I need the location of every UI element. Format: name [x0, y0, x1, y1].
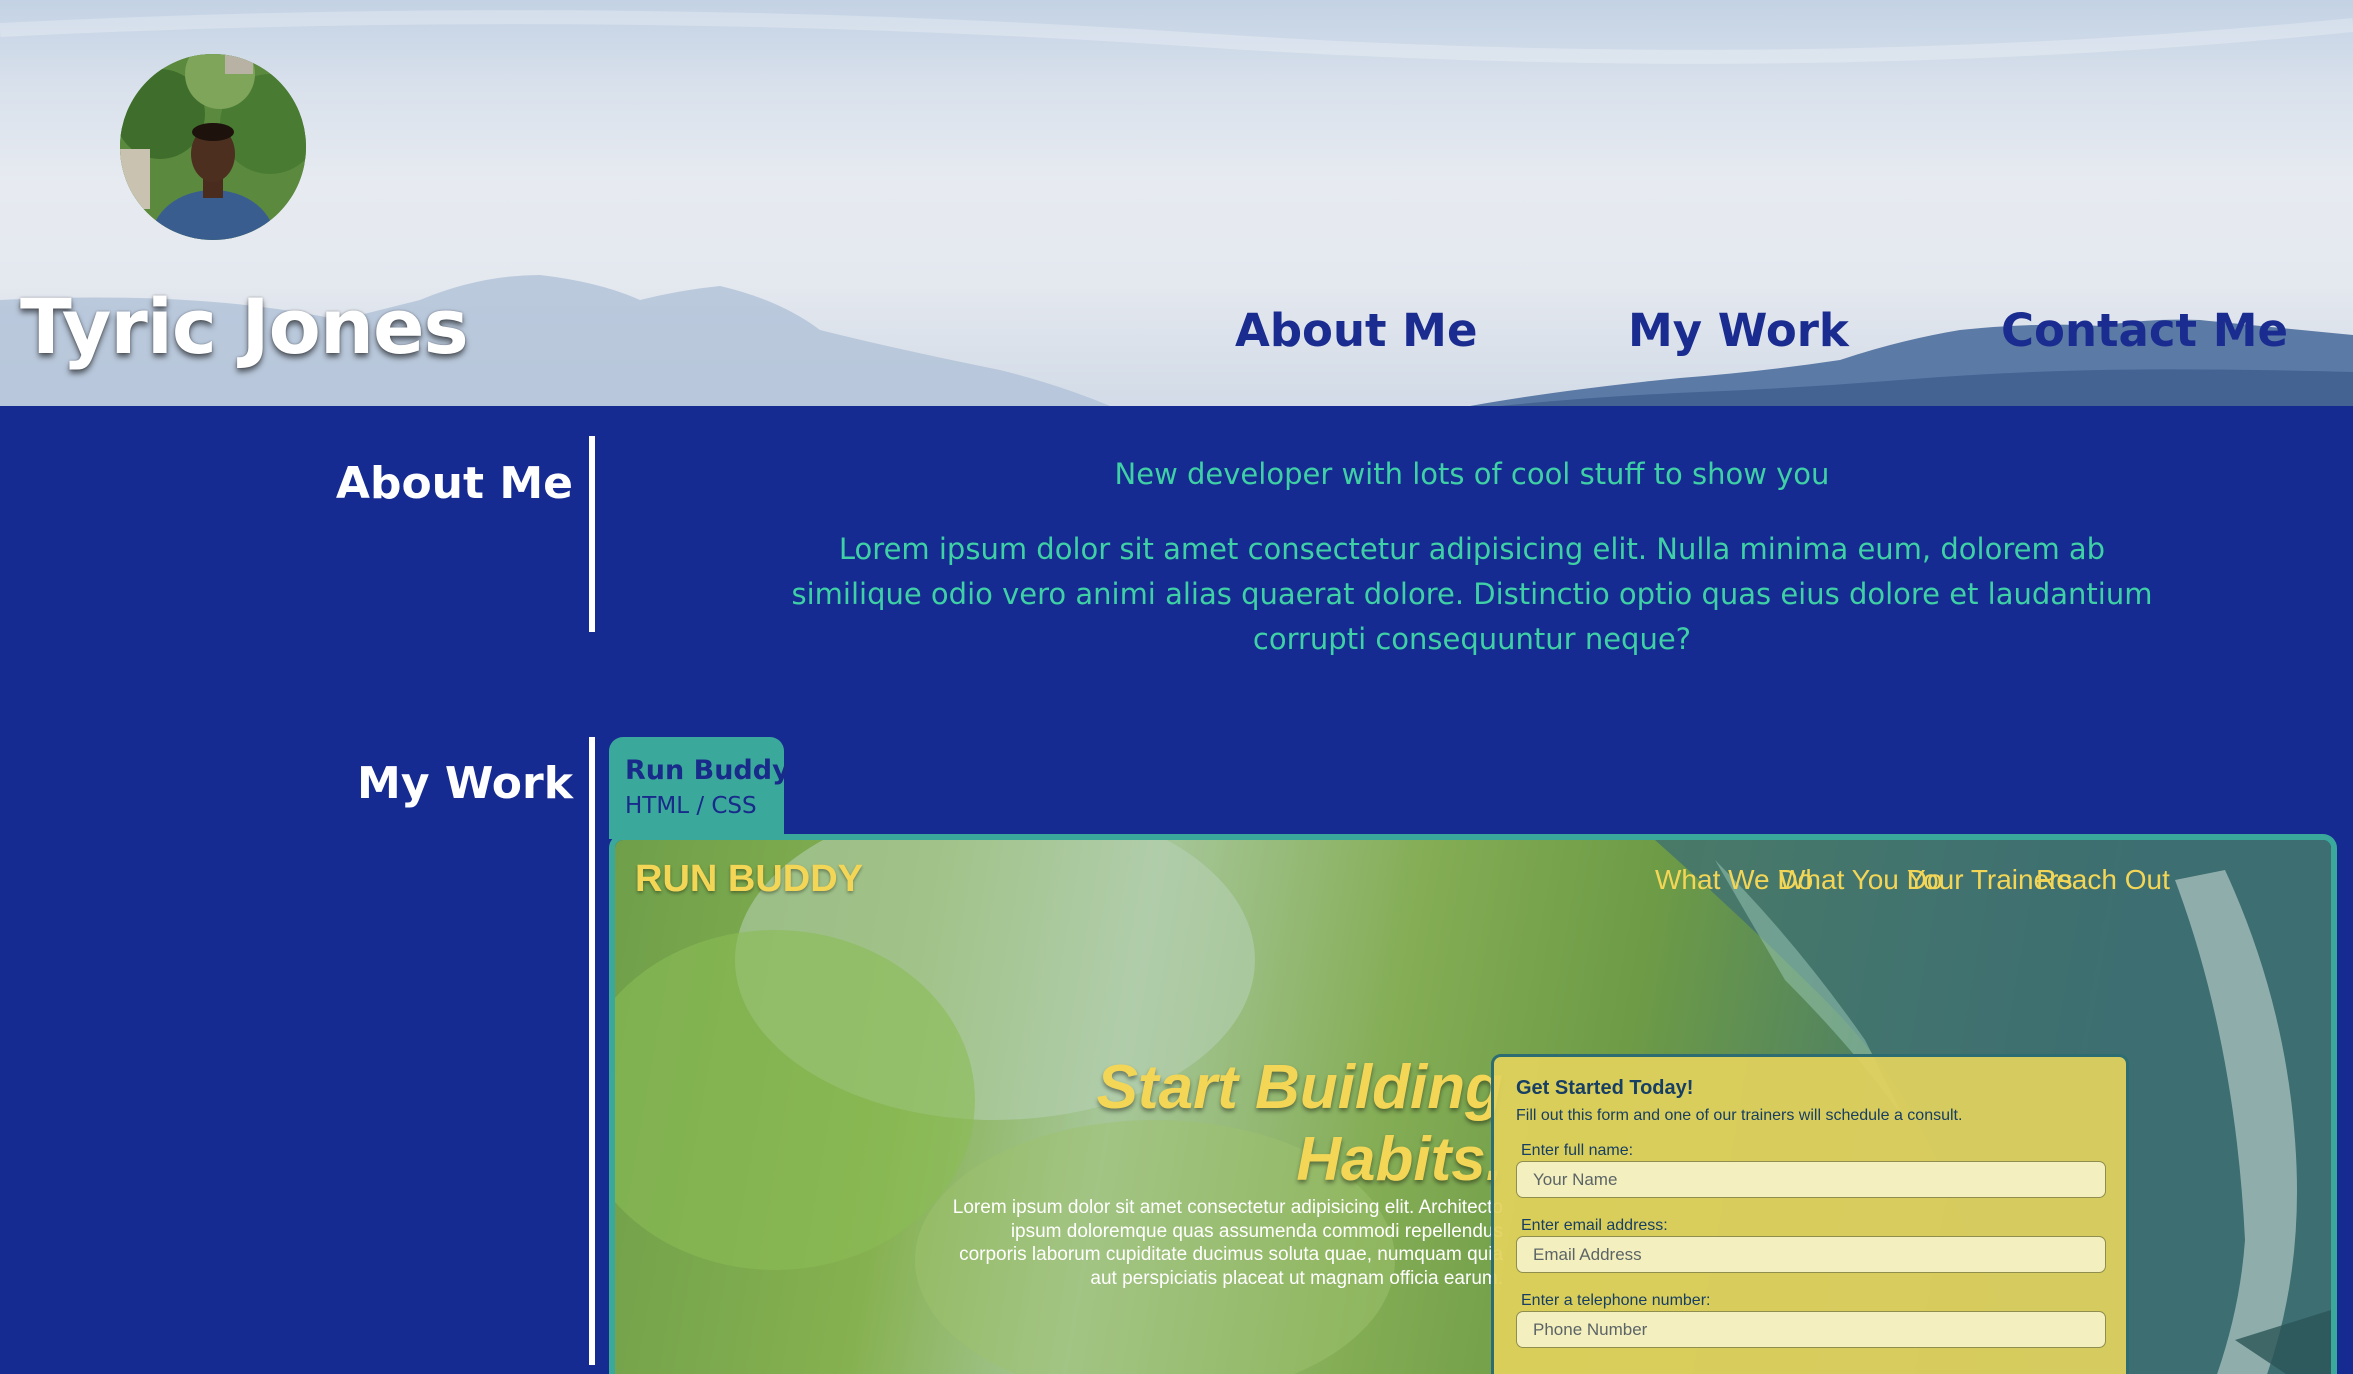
project-screenshot: RUN BUDDY What We Do What You Do Your Tr… [615, 840, 2331, 1374]
nav-link-my-work[interactable]: My Work [1628, 304, 1849, 357]
site-header: Tyric Jones About Me My Work Contact Me [0, 0, 2353, 406]
runbuddy-phone-input[interactable] [1516, 1311, 2106, 1348]
runbuddy-hero-title: Start Building Habits. [1097, 1052, 1503, 1196]
site-name: Tyric Jones [20, 282, 469, 371]
project-tab-run-buddy[interactable]: Run Buddy HTML / CSS [609, 737, 790, 839]
runbuddy-phone-label: Enter a telephone number: [1521, 1292, 1711, 1309]
nav-link-contact-me[interactable]: Contact Me [2001, 304, 2288, 357]
about-body: Lorem ipsum dolor sit amet consectetur a… [791, 532, 2153, 656]
profile-photo-icon [120, 54, 306, 240]
project-name: Run Buddy [625, 755, 790, 786]
runbuddy-email-input[interactable] [1516, 1236, 2106, 1273]
avatar [120, 54, 306, 240]
work-divider [589, 737, 595, 1365]
nav-link-about-me[interactable]: About Me [1235, 304, 1477, 357]
runbuddy-signup-form: Get Started Today! Fill out this form an… [1491, 1054, 2129, 1374]
runbuddy-nav-reach-out: Reach Out [2036, 864, 2170, 895]
runbuddy-brand: RUN BUDDY [635, 858, 863, 900]
about-lead: New developer with lots of cool stuff to… [1114, 457, 1830, 491]
about-divider [589, 436, 595, 632]
about-heading: About Me [335, 458, 573, 509]
runbuddy-form-title: Get Started Today! [1516, 1077, 1694, 1099]
runbuddy-name-label: Enter full name: [1521, 1142, 1634, 1159]
runbuddy-hero-text: Lorem ipsum dolor sit amet consectetur a… [952, 1197, 1503, 1289]
runbuddy-name-input[interactable] [1516, 1161, 2106, 1198]
project-tech: HTML / CSS [625, 793, 757, 819]
runbuddy-hero-title-line1: Start Building [1096, 1053, 1503, 1122]
work-heading: My Work [357, 758, 573, 809]
runbuddy-form-description: Fill out this form and one of our traine… [1516, 1107, 1963, 1124]
runbuddy-hero-title-line2: Habits. [1296, 1125, 1503, 1194]
runbuddy-email-label: Enter email address: [1521, 1217, 1668, 1234]
project-preview-frame[interactable]: RUN BUDDY What We Do What You Do Your Tr… [609, 834, 2337, 1374]
